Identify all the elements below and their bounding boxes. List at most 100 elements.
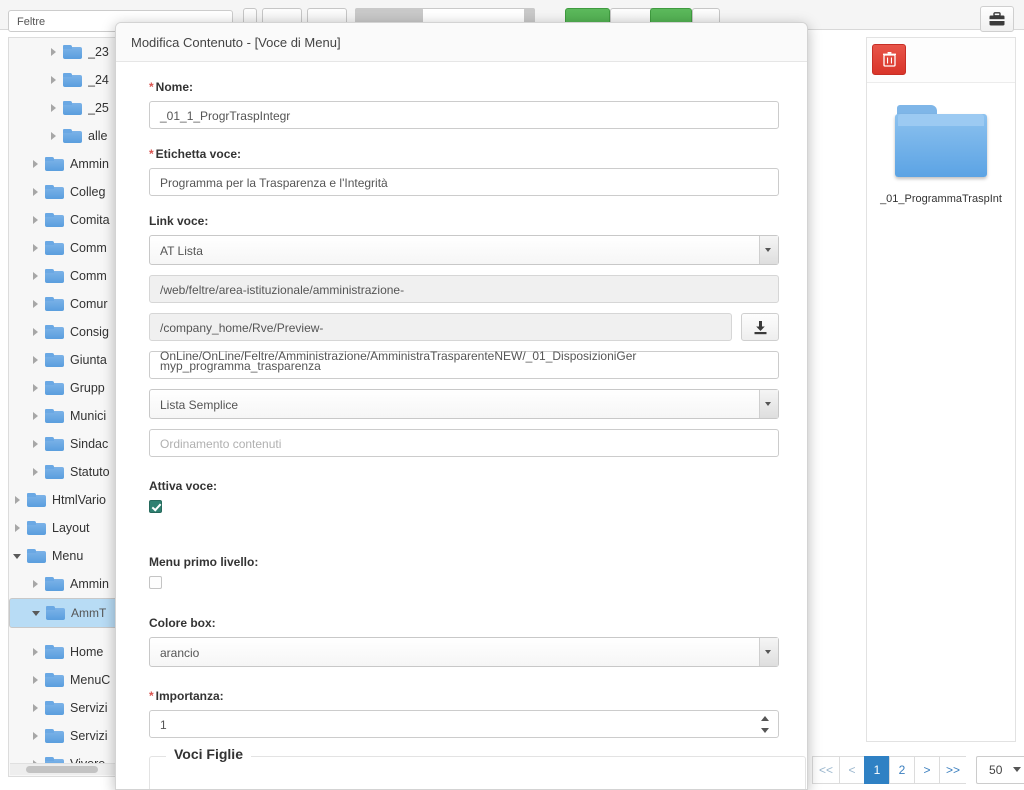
attiva-voce-label: Attiva voce: [149, 479, 218, 493]
attiva-voce-checkbox[interactable] [149, 500, 162, 513]
chevron-right-icon[interactable] [13, 495, 24, 506]
tree-item-menuc[interactable]: MenuC [9, 666, 122, 694]
tree-item-alle[interactable]: alle [9, 122, 122, 150]
folder-icon [63, 44, 82, 60]
page-size-select[interactable]: 50 [976, 756, 1024, 784]
tree-item-comm[interactable]: Comm [9, 262, 122, 290]
chevron-right-icon[interactable] [31, 327, 42, 338]
tree-item-comita[interactable]: Comita [9, 206, 122, 234]
link-voce-type-value: AT Lista [160, 244, 203, 258]
folder-icon [45, 576, 64, 592]
tree-item-comur[interactable]: Comur [9, 290, 122, 318]
paginator-page-1[interactable]: 1 [864, 756, 890, 784]
folder-icon [63, 128, 82, 144]
chevron-right-icon[interactable] [49, 103, 60, 114]
folder-tree-panel[interactable]: _23 _24 _25 alle Ammin Colleg Comita Comm Comm Co… [8, 37, 123, 777]
paginator-last[interactable]: >> [939, 756, 967, 784]
chevron-down-icon[interactable] [759, 236, 778, 264]
tree-item-ammin[interactable]: Ammin [9, 150, 122, 178]
chevron-right-icon[interactable] [49, 75, 60, 86]
chevron-right-icon[interactable] [49, 47, 60, 58]
chevron-right-icon[interactable] [31, 187, 42, 198]
chevron-right-icon[interactable] [31, 579, 42, 590]
chevron-right-icon[interactable] [31, 703, 42, 714]
chevron-down-icon[interactable] [32, 608, 43, 619]
ordinamento-contenuti-input[interactable]: Ordinamento contenuti [149, 429, 779, 457]
tree-item-label: _23 [88, 45, 109, 59]
chevron-down-icon[interactable] [759, 638, 778, 666]
tree-item-label: Menu [52, 549, 84, 563]
chevron-down-icon[interactable] [759, 390, 778, 418]
tree-item-label: MenuC [70, 673, 111, 687]
chevron-right-icon[interactable] [49, 131, 60, 142]
chevron-right-icon[interactable] [13, 523, 24, 534]
chevron-right-icon[interactable] [31, 731, 42, 742]
folder-icon [45, 728, 64, 744]
link-voce-url-input[interactable]: /web/feltre/area-istituzionale/amministr… [149, 275, 779, 325]
folder-icon [45, 156, 64, 172]
tree-horizontal-scrollbar[interactable] [10, 763, 122, 775]
tree-item-label: _25 [88, 101, 109, 115]
chevron-right-icon[interactable] [31, 383, 42, 394]
chevron-right-icon[interactable] [31, 647, 42, 658]
required-marker: * [149, 147, 154, 161]
briefcase-icon[interactable] [980, 6, 1014, 32]
chevron-right-icon[interactable] [31, 215, 42, 226]
importanza-input[interactable]: 1 [149, 710, 779, 738]
trash-icon[interactable] [872, 44, 906, 75]
tree-item-giunta[interactable]: Giunta [9, 346, 122, 374]
paginator-next[interactable]: > [914, 756, 940, 784]
tree-item-colleg[interactable]: Colleg [9, 178, 122, 206]
download-icon[interactable] [741, 313, 779, 341]
chevron-right-icon[interactable] [31, 355, 42, 366]
stepper-up-icon[interactable] [761, 716, 769, 721]
paginator-first[interactable]: << [812, 756, 840, 784]
tree-item-comm[interactable]: Comm [9, 234, 122, 262]
tree-item-label: _24 [88, 73, 109, 87]
tree-item-statuto[interactable]: Statuto [9, 458, 122, 486]
required-marker: * [149, 689, 154, 703]
quantity-stepper[interactable] [760, 715, 770, 734]
document-tile[interactable]: _01_ProgrammaTraspInt [867, 83, 1015, 205]
link-voce-vista-select[interactable]: Lista Semplice [149, 389, 779, 419]
chevron-right-icon[interactable] [31, 299, 42, 310]
link-voce-type-select[interactable]: AT Lista [149, 235, 779, 265]
tree-item--23[interactable]: _23 [9, 38, 122, 66]
tree-item-home[interactable]: Home [9, 638, 122, 666]
chevron-right-icon[interactable] [31, 439, 42, 450]
tree-item-sindac[interactable]: Sindac [9, 430, 122, 458]
chevron-right-icon[interactable] [31, 675, 42, 686]
chevron-right-icon[interactable] [31, 243, 42, 254]
tree-item-servizi[interactable]: Servizi [9, 694, 122, 722]
tree-item-servizi[interactable]: Servizi [9, 722, 122, 750]
tree-item--24[interactable]: _24 [9, 66, 122, 94]
link-voce-path-input[interactable]: /company_home/Rve/Preview-OnLine/OnLine/… [149, 313, 732, 363]
tree-item-htmlvario[interactable]: HtmlVario [9, 486, 122, 514]
tree-item-label: Comur [70, 297, 108, 311]
tree-item-grupp[interactable]: Grupp [9, 374, 122, 402]
document-caption: _01_ProgrammaTraspInt [880, 193, 1002, 205]
tree-item-munici[interactable]: Munici [9, 402, 122, 430]
stepper-down-icon[interactable] [761, 728, 769, 733]
edit-content-dialog: Modifica Contenuto - [Voce di Menu] * Nom… [115, 22, 808, 790]
chevron-right-icon[interactable] [31, 159, 42, 170]
nome-input[interactable]: _01_1_ProgrTraspIntegr [149, 101, 779, 129]
document-panel-toolbar [867, 38, 1015, 83]
tree-item-label: Layout [52, 521, 90, 535]
paginator-page-2[interactable]: 2 [889, 756, 915, 784]
tree-item-consig[interactable]: Consig [9, 318, 122, 346]
chevron-right-icon[interactable] [31, 271, 42, 282]
chevron-right-icon[interactable] [31, 411, 42, 422]
tree-item-layout[interactable]: Layout [9, 514, 122, 542]
paginator-prev[interactable]: < [839, 756, 865, 784]
chevron-right-icon[interactable] [31, 467, 42, 478]
colore-box-select[interactable]: arancio [149, 637, 779, 667]
tree-item-ammin[interactable]: Ammin [9, 570, 122, 598]
tree-item--25[interactable]: _25 [9, 94, 122, 122]
etichetta-voce-input[interactable]: Programma per la Trasparenza e l'Integri… [149, 168, 779, 196]
tree-item-menu[interactable]: Menu [9, 542, 122, 570]
chevron-down-icon[interactable] [13, 551, 24, 562]
menu-primo-livello-checkbox[interactable] [149, 576, 162, 589]
tree-item-ammt[interactable]: AmmT [9, 598, 122, 628]
menu-primo-livello-label: Menu primo livello: [149, 555, 259, 569]
